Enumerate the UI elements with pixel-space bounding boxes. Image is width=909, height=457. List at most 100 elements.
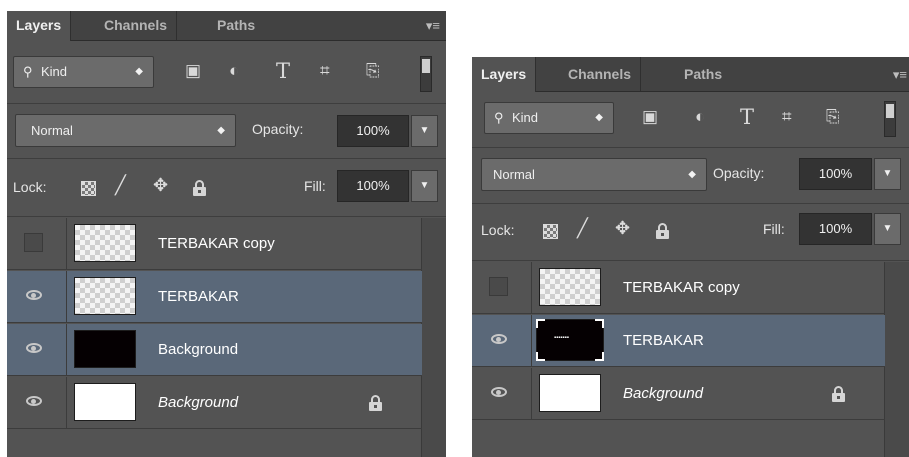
lock-transparent-pixels-icon[interactable] xyxy=(81,181,96,196)
blend-mode-label: Normal xyxy=(31,123,73,138)
select-arrows-icon: ◆ xyxy=(595,112,603,123)
eye-icon[interactable] xyxy=(26,396,42,406)
fill-dropdown-button[interactable]: ▼ xyxy=(411,170,438,202)
tab-channels[interactable]: Channels xyxy=(95,11,178,40)
tab-paths[interactable]: Paths xyxy=(208,11,264,40)
fill-input[interactable]: 100% xyxy=(799,213,872,245)
eye-icon[interactable] xyxy=(491,334,507,344)
filter-kind-label: Kind xyxy=(512,110,539,125)
layer-name: TERBAKAR copy xyxy=(623,279,740,296)
divider xyxy=(7,103,446,104)
layer-name: Background xyxy=(158,341,239,358)
lock-position-icon[interactable]: ✥ xyxy=(615,218,630,239)
layer-row-background-copy[interactable]: Background xyxy=(7,324,422,376)
layer-thumbnail xyxy=(539,374,601,412)
blend-mode-label: Normal xyxy=(493,167,535,182)
lock-all-icon[interactable] xyxy=(193,180,206,196)
selected-thumbnail-frame xyxy=(536,319,604,361)
divider xyxy=(472,147,909,148)
opacity-input[interactable]: 100% xyxy=(799,158,872,190)
panel-menu-icon[interactable]: ▾≡ xyxy=(426,11,440,40)
eye-icon[interactable] xyxy=(26,343,42,353)
visibility-column xyxy=(472,262,532,313)
visibility-column xyxy=(7,324,67,375)
opacity-label: Opacity: xyxy=(713,165,765,181)
lock-transparent-pixels-icon[interactable] xyxy=(543,224,558,239)
layer-name: Background xyxy=(623,385,704,402)
select-arrows-icon: ◆ xyxy=(217,125,225,136)
panel-menu-icon[interactable]: ▾≡ xyxy=(893,57,907,92)
divider xyxy=(472,203,909,204)
select-arrows-icon: ◆ xyxy=(135,66,143,77)
visibility-column xyxy=(7,377,67,428)
shape-filter-icon[interactable]: ⌗ xyxy=(782,107,792,127)
image-filter-icon[interactable]: ▣ xyxy=(185,61,201,81)
opacity-input[interactable]: 100% xyxy=(337,115,409,147)
lock-all-icon[interactable] xyxy=(656,223,669,239)
layer-mask-thumbnail: ▪▪▪▪▪▪▪ xyxy=(536,319,604,361)
layer-name: TERBAKAR xyxy=(623,332,704,349)
visibility-column xyxy=(7,218,67,269)
layer-thumbnail xyxy=(74,224,136,262)
lock-label: Lock: xyxy=(481,222,515,238)
type-filter-icon[interactable]: T xyxy=(740,105,754,129)
lock-image-pixels-icon[interactable]: ╱ xyxy=(115,175,126,196)
tab-layers[interactable]: Layers xyxy=(7,11,72,41)
tab-paths[interactable]: Paths xyxy=(675,57,731,91)
lock-position-icon[interactable]: ✥ xyxy=(153,175,168,196)
filter-kind-select[interactable]: ⚲ Kind ◆ xyxy=(13,56,154,88)
layers-list: TERBAKAR copy TERBAKAR Background Backgr… xyxy=(7,218,446,457)
layer-row-terbakar-copy[interactable]: TERBAKAR copy xyxy=(7,218,422,270)
opacity-dropdown-button[interactable]: ▼ xyxy=(411,115,438,147)
shape-filter-icon[interactable]: ⌗ xyxy=(320,61,330,81)
layers-scrollbar[interactable] xyxy=(884,262,909,457)
layer-row-background[interactable]: Background xyxy=(472,368,885,420)
layer-row-background[interactable]: Background xyxy=(7,377,422,429)
panel-tab-bar: Layers Channels Paths ▾≡ xyxy=(472,57,909,92)
layers-list: TERBAKAR copy ▪▪▪▪▪▪▪ TERBAKAR Backgroun… xyxy=(472,262,909,457)
eye-icon[interactable] xyxy=(491,387,507,397)
type-filter-icon[interactable]: T xyxy=(276,59,290,83)
opacity-dropdown-button[interactable]: ▼ xyxy=(874,158,901,190)
divider xyxy=(7,216,446,217)
layers-panel-right: Layers Channels Paths ▾≡ ⚲ Kind ◆ ▣ ◐ T … xyxy=(472,57,909,457)
layer-name: TERBAKAR xyxy=(158,288,239,305)
visibility-column xyxy=(472,315,532,366)
filter-kind-select[interactable]: ⚲ Kind ◆ xyxy=(484,102,614,134)
layer-thumbnail xyxy=(74,277,136,315)
layer-row-terbakar-copy[interactable]: TERBAKAR copy xyxy=(472,262,885,314)
lock-image-pixels-icon[interactable]: ╱ xyxy=(577,218,588,239)
smart-object-filter-icon[interactable]: ⎘ xyxy=(826,107,840,127)
smart-object-filter-icon[interactable]: ⎘ xyxy=(366,61,380,81)
layer-row-terbakar[interactable]: ▪▪▪▪▪▪▪ TERBAKAR xyxy=(472,315,885,367)
filter-toggle-switch[interactable] xyxy=(884,101,896,137)
fill-label: Fill: xyxy=(304,178,326,194)
visibility-column xyxy=(7,271,67,322)
filter-toggle-switch[interactable] xyxy=(420,56,432,92)
layer-name: TERBAKAR copy xyxy=(158,235,275,252)
visibility-toggle-empty[interactable] xyxy=(489,277,508,296)
search-icon: ⚲ xyxy=(23,64,33,79)
lock-label: Lock: xyxy=(13,179,47,195)
adjustment-filter-icon[interactable]: ◐ xyxy=(229,61,239,81)
blend-mode-select[interactable]: Normal ◆ xyxy=(481,158,707,191)
layers-scrollbar[interactable] xyxy=(421,218,446,457)
tab-layers[interactable]: Layers xyxy=(472,57,537,92)
visibility-toggle-empty[interactable] xyxy=(24,233,43,252)
opacity-label: Opacity: xyxy=(252,121,304,137)
tab-channels[interactable]: Channels xyxy=(559,57,642,91)
select-arrows-icon: ◆ xyxy=(688,169,696,180)
fill-dropdown-button[interactable]: ▼ xyxy=(874,213,901,245)
layers-panel-left: Layers Channels Paths ▾≡ ⚲ Kind ◆ ▣ ◐ T … xyxy=(7,11,446,457)
lock-icon xyxy=(832,386,845,402)
fill-input[interactable]: 100% xyxy=(337,170,409,202)
adjustment-filter-icon[interactable]: ◐ xyxy=(695,107,705,127)
layer-row-terbakar[interactable]: TERBAKAR xyxy=(7,271,422,323)
divider xyxy=(7,158,446,159)
visibility-column xyxy=(472,368,532,419)
blend-mode-select[interactable]: Normal ◆ xyxy=(15,114,236,147)
layer-thumbnail xyxy=(539,268,601,306)
eye-icon[interactable] xyxy=(26,290,42,300)
image-filter-icon[interactable]: ▣ xyxy=(642,107,658,127)
fill-label: Fill: xyxy=(763,221,785,237)
